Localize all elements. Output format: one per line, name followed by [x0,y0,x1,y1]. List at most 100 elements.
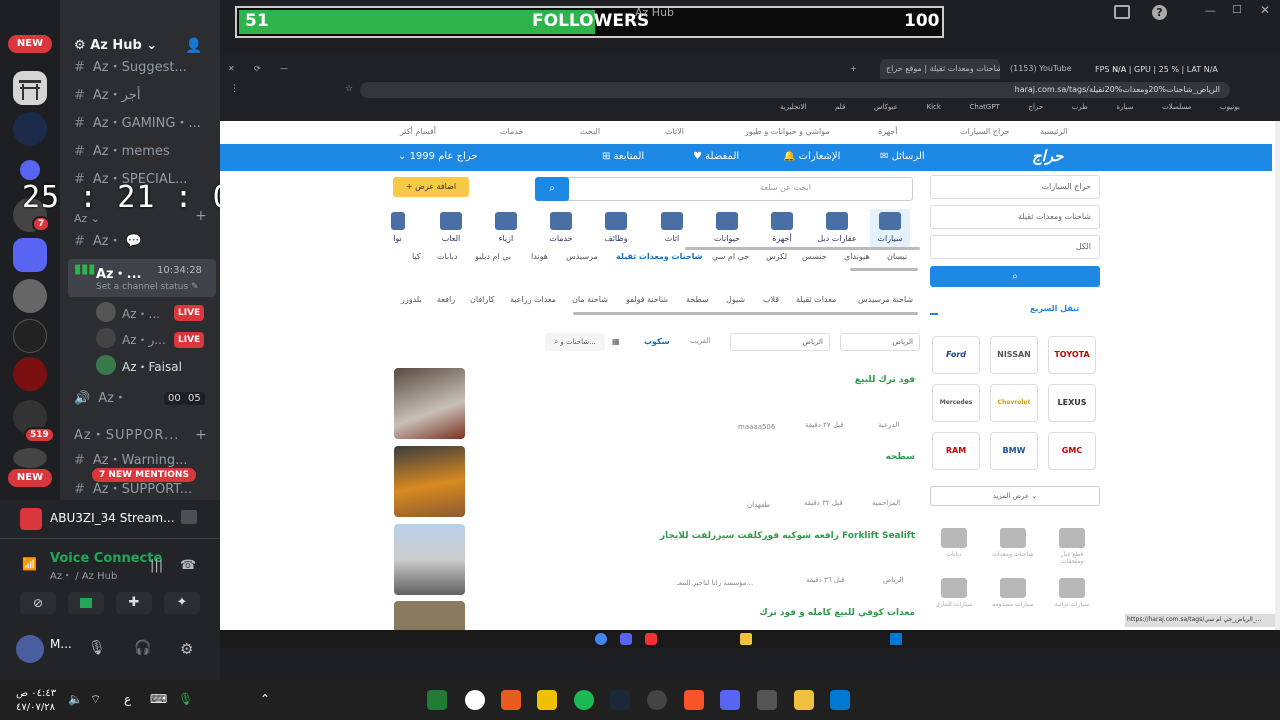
quick-icon-damaged[interactable]: سيارات مصدومة [991,576,1035,616]
category-furniture[interactable]: اثاث [652,212,692,243]
url-text[interactable]: haraj.com.sa/tags/الرياض_شاحنات%20ومعدات… [920,85,1220,94]
app-icon[interactable] [501,690,521,710]
page-scrollbar[interactable] [1275,121,1280,630]
server-icon-azhub[interactable] [13,238,47,272]
nav-item[interactable]: حراج السيارات [960,127,1010,136]
post-title[interactable]: سطحه [700,452,915,462]
camera-off-icon[interactable]: ⊘ [20,592,56,614]
sub-tag[interactable]: رافعة [437,295,455,304]
volume-icon[interactable]: 🔈 [68,692,83,706]
activities-icon[interactable]: ✚ [116,592,152,614]
sub-tag[interactable]: شيول [726,295,745,304]
close-icon[interactable]: ✕ [1260,3,1270,17]
sub-tag[interactable]: معدات زراعية [510,295,556,304]
post-thumbnail[interactable] [394,524,465,595]
sub-tag[interactable]: سطحة [686,295,709,304]
brand-logo-ram[interactable]: RAM [932,432,980,470]
add-member-icon[interactable]: 👤 [185,38,202,54]
steam-icon[interactable] [610,690,630,710]
category-devices[interactable]: أجهزة [762,212,802,243]
nav-item[interactable]: أجهزة [878,127,897,136]
brave-icon[interactable] [684,690,704,710]
channel-support[interactable]: # Az・SUPPORT... [74,480,192,500]
user-menu[interactable]: ⌄ حراج عام 1999 [398,151,478,162]
bookmark[interactable]: طرب [1072,103,1088,111]
voice-user-1[interactable]: Az・... [122,305,160,322]
post-thumbnail[interactable] [394,368,465,439]
brand-tag[interactable]: هيونداي [844,252,870,261]
server-icon-avatar3[interactable] [13,357,47,391]
search-button[interactable]: ⌕ [535,177,569,201]
sub-tag[interactable]: شاحنة مرسيدس [858,295,913,304]
settings-icon[interactable]: ⚙ [180,640,193,658]
folder-icon[interactable] [740,633,752,645]
bookmark-star-icon[interactable]: ☆ [345,84,353,94]
brand-logo-gmc[interactable]: GMC [1048,432,1096,470]
new-unreads-pill[interactable]: NEW [8,35,52,53]
city-select[interactable]: الرياض [840,333,920,351]
bookmark[interactable]: قلم [835,103,845,111]
bookmark[interactable]: الانجليزية [780,103,806,111]
category-support[interactable]: Az・SUPPOR... [74,426,179,446]
add-channel-icon[interactable]: + [195,427,207,443]
new-mentions-pill[interactable]: 7 NEW MENTIONS [92,468,196,482]
chrome-icon[interactable] [595,633,607,645]
microphone-icon[interactable]: 🎙 [88,640,106,656]
headphones-icon[interactable]: 🎧 [134,640,151,656]
close-stream-icon[interactable] [181,510,197,524]
brand-logo-mercedes[interactable]: Mercedes [932,384,980,422]
brand-logo-nissan[interactable]: NISSAN [990,336,1038,374]
brand-logo-ford[interactable]: Ford [932,336,980,374]
soundboard-icon[interactable]: ✦ [164,592,200,614]
microphone-icon[interactable]: 🎙 [178,692,193,706]
tray-time[interactable]: ٠٤:٤٣ ص [16,688,56,699]
server-icon-avatar2[interactable] [13,319,47,353]
follow-link[interactable]: ⊞ المتابعة [602,151,644,162]
category-scrollbar[interactable] [685,247,920,250]
category-jobs[interactable]: وظائف [596,212,636,243]
quick-icon-bikes[interactable]: دبابات [932,526,976,566]
post-thumbnail[interactable] [394,601,465,630]
brand-tag[interactable]: هوندا [531,252,548,261]
brand-logo-toyota[interactable]: TOYOTA [1048,336,1096,374]
app-icon[interactable] [427,690,447,710]
brand-tag-active[interactable]: شاحنات ومعدات ثقيلة [616,252,703,261]
channel-memes[interactable]: # Az・memes [74,142,170,162]
help-icon[interactable]: ? [1152,5,1167,20]
haraj-logo[interactable]: حراج [1032,147,1063,165]
quick-icon-parts[interactable]: قطع غيار وملحقات [1050,526,1094,566]
server-header[interactable]: ⚙ Az Hub ⌄ [74,38,157,53]
tag-search-chip[interactable]: ⌕ شاحنات و... [545,333,605,351]
nearby-filter[interactable]: القريب [690,337,710,345]
maximize-icon[interactable]: ☐ [1232,3,1242,16]
search-input[interactable] [535,177,913,201]
messages-link[interactable]: ✉ الرسائل [880,151,925,162]
notifications-link[interactable]: 🔔 الإشعارات [783,151,840,162]
channel-chat[interactable]: # Az・ 💬 [74,232,142,252]
bookmark[interactable]: مسلسلات [1162,103,1191,111]
voice-channel-path[interactable]: Az・ / Az Hub [50,567,117,582]
brand-tag[interactable]: نيسان [887,252,907,261]
post-user[interactable]: طفهدان [747,501,770,509]
avatar[interactable] [16,635,44,663]
sub-tag[interactable]: شاحنة مان [572,295,608,304]
nav-item[interactable]: الرئيسية [1040,127,1068,136]
spotify-icon[interactable] [574,690,594,710]
filter-search-button[interactable]: ⌕ [930,266,1100,287]
server-icon-boost[interactable] [13,112,47,146]
category-games[interactable]: العاب [431,212,471,243]
category-more[interactable]: نوا [385,212,410,243]
brand-scrollbar[interactable] [850,268,918,271]
discord-icon[interactable] [720,690,740,710]
tray-date[interactable]: ٤٧/٠٧/٢٨ [16,702,55,713]
channel-suggest[interactable]: # Az・Suggest... [74,58,187,78]
category-cars[interactable]: سيارات [870,209,910,249]
bookmark[interactable]: يوتيوب [1220,103,1240,111]
noise-suppression-icon[interactable]: ||| [150,558,163,573]
post-user[interactable]: maaaa506 [738,423,775,431]
post-title[interactable]: فود ترك للبيع [700,375,915,385]
brand-tag[interactable]: جي ام سي [712,252,749,261]
brand-tag[interactable]: دبابات [437,252,457,261]
brand-logo-chevrolet[interactable]: Chevrolet [990,384,1038,422]
inbox-icon[interactable] [1114,5,1130,19]
